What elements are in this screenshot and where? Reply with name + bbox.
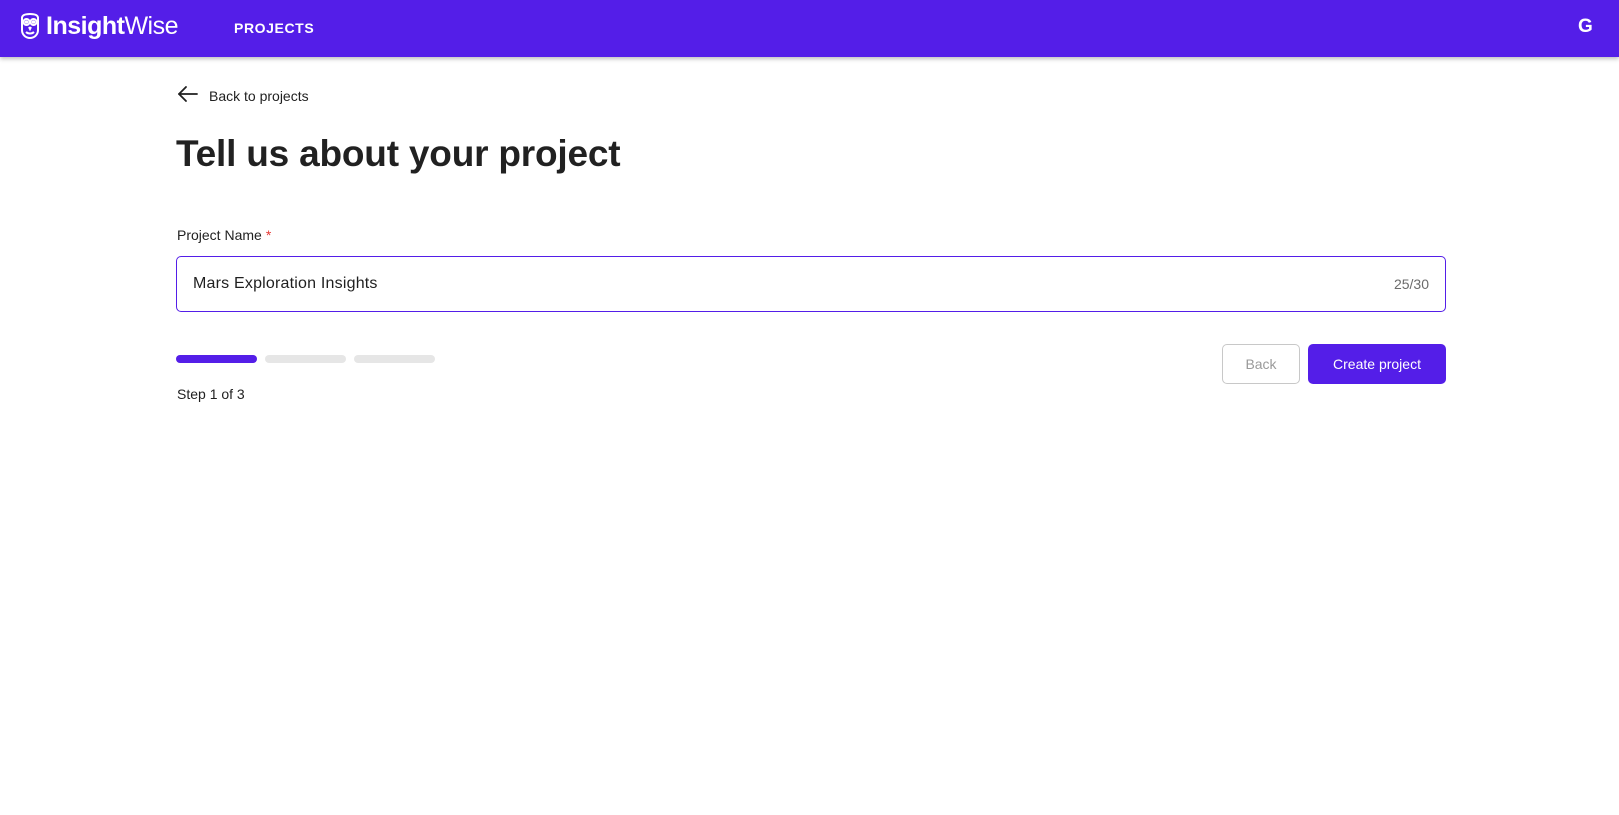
project-name-label: Project Name * bbox=[177, 227, 272, 243]
progress-segment-2 bbox=[265, 355, 346, 363]
step-indicator-text: Step 1 of 3 bbox=[177, 386, 245, 402]
character-counter: 25/30 bbox=[1393, 276, 1429, 292]
nav-projects-link[interactable]: PROJECTS bbox=[234, 19, 314, 37]
brand-logo[interactable]: InsightWise bbox=[18, 12, 178, 40]
top-navigation-bar: InsightWise PROJECTS G bbox=[0, 0, 1619, 57]
back-button[interactable]: Back bbox=[1222, 344, 1300, 384]
progress-segment-3 bbox=[354, 355, 435, 363]
back-link-label: Back to projects bbox=[209, 88, 309, 104]
back-to-projects-link[interactable]: Back to projects bbox=[177, 84, 309, 108]
page-title: Tell us about your project bbox=[176, 133, 621, 174]
project-name-input[interactable] bbox=[177, 257, 1394, 311]
arrow-left-icon bbox=[177, 85, 199, 108]
user-avatar[interactable]: G bbox=[1578, 15, 1593, 39]
create-project-button[interactable]: Create project bbox=[1308, 344, 1446, 384]
project-name-field: 25/30 bbox=[176, 256, 1446, 312]
owl-logo-icon bbox=[18, 12, 42, 40]
progress-segment-1 bbox=[176, 355, 257, 363]
step-progress-bar bbox=[176, 355, 435, 363]
required-marker: * bbox=[265, 227, 272, 243]
brand-name: InsightWise bbox=[46, 12, 178, 40]
